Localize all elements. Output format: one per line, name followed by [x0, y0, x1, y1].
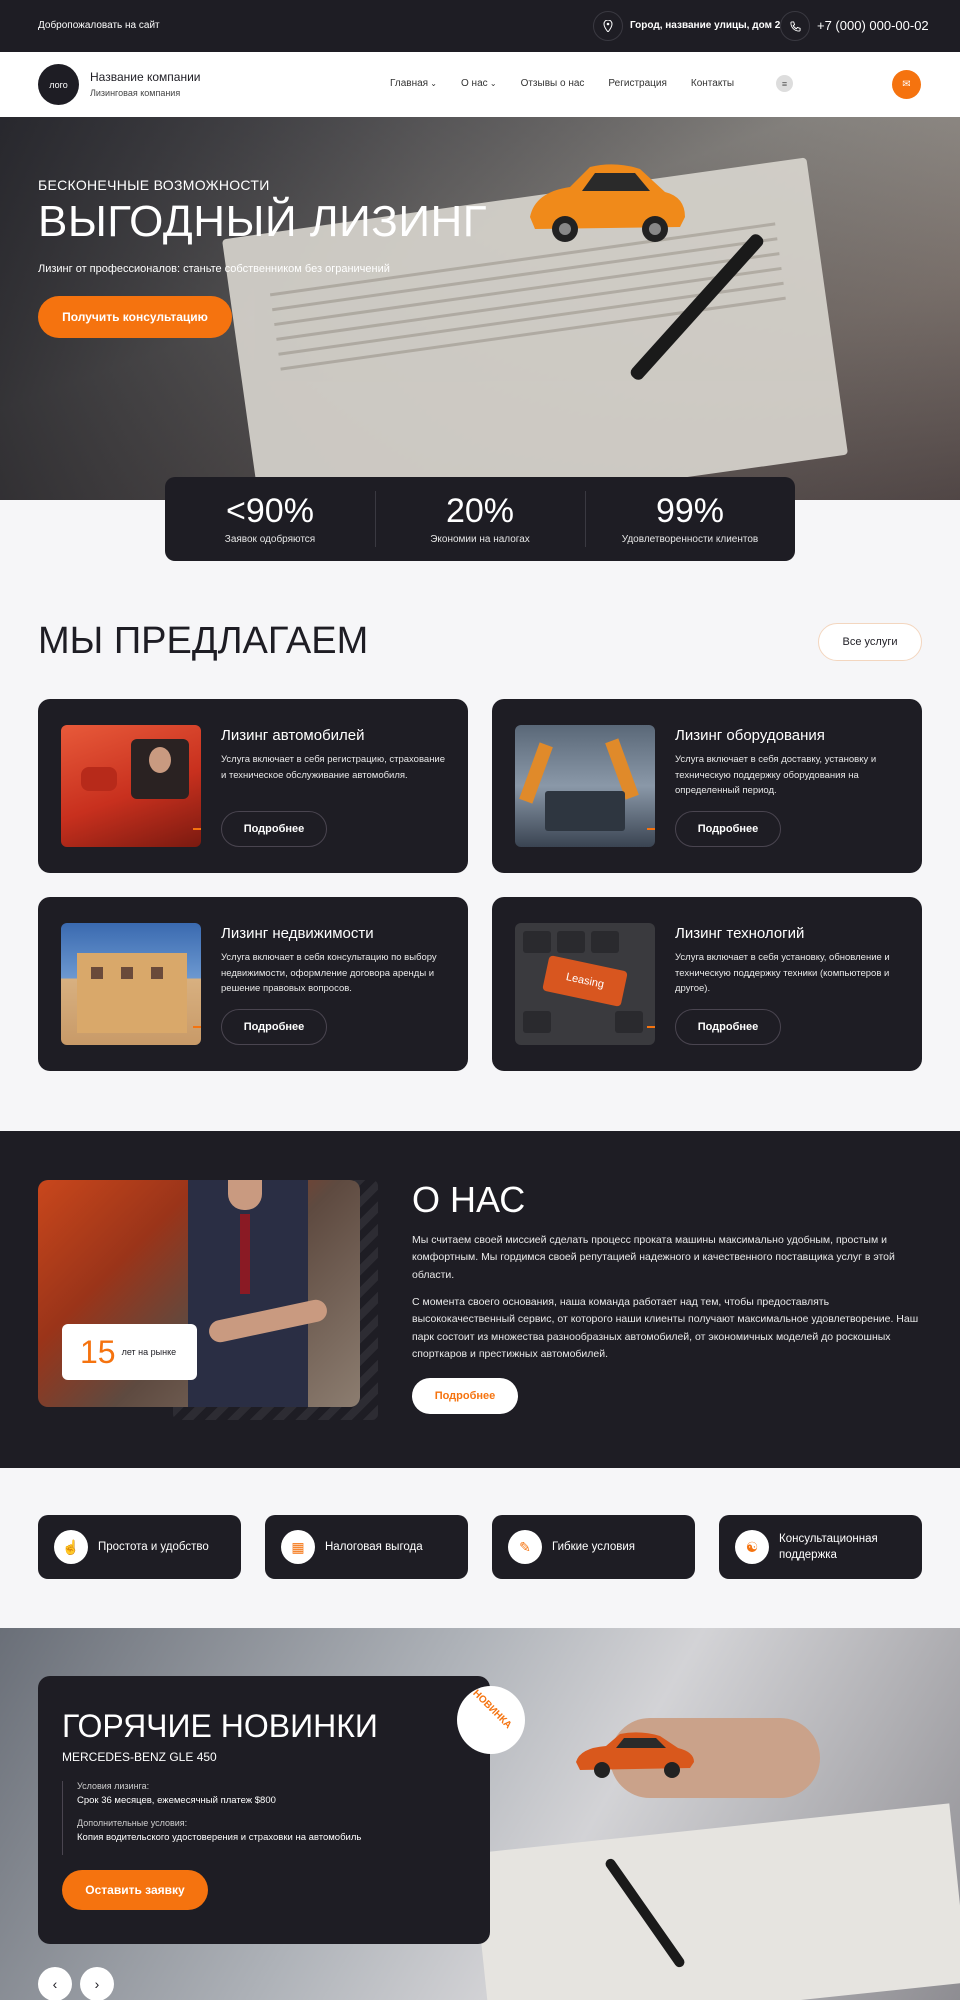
terms-value: Срок 36 месяцев, ежемесячный платеж $800 — [77, 1795, 276, 1806]
about-section: 15 лет на рынке О НАС Мы считаем своей м… — [0, 1131, 960, 1468]
about-more-button[interactable]: Подробнее — [412, 1378, 518, 1414]
nav-item-home[interactable]: Главная — [390, 78, 437, 89]
stat-label: Удовлетворенности клиентов — [621, 533, 759, 545]
card-title: Лизинг автомобилей — [221, 727, 365, 744]
nav-item-about[interactable]: О нас — [461, 78, 497, 89]
stat-value: <90% — [226, 491, 314, 530]
stat-approvals: <90% Заявок одобряются — [165, 477, 375, 561]
welcome-text: Добропожаловать на сайт — [38, 20, 160, 31]
nav-item-reviews[interactable]: Отзывы о нас — [521, 78, 585, 89]
extra-terms-label: Дополнительные условия: — [77, 1818, 188, 1828]
hero-banner: БЕСКОНЕЧНЫЕ ВОЗМОЖНОСТИ ВЫГОДНЫЙ ЛИЗИНГ … — [0, 117, 960, 500]
service-card-real-estate: Лизинг недвижимости Услуга включает в се… — [38, 897, 468, 1071]
about-title: О НАС — [412, 1179, 526, 1220]
phone-number-link[interactable]: +7 (000) 000-00-02 — [817, 18, 929, 33]
more-button[interactable]: Подробнее — [675, 1009, 781, 1045]
feature-label: Гибкие условия — [552, 1540, 636, 1553]
hero-title: ВЫГОДНЫЙ ЛИЗИНГ — [38, 197, 488, 246]
top-bar: Добропожаловать на сайт Город, название … — [0, 0, 960, 52]
get-consultation-button[interactable]: Получить консультацию — [38, 296, 232, 338]
more-button[interactable]: Подробнее — [221, 811, 327, 847]
company-subtitle: Лизинговая компания — [90, 88, 181, 98]
hot-title: ГОРЯЧИЕ НОВИНКИ — [62, 1708, 378, 1744]
stat-value: 99% — [655, 491, 725, 530]
feature-flexible-terms: ✎ Гибкие условия — [492, 1515, 695, 1579]
years-value: 15 — [80, 1333, 116, 1370]
years-on-market-badge: 15 лет на рынке — [62, 1324, 197, 1380]
factory-robots-image — [515, 725, 655, 847]
service-card-technology: Leasing Лизинг технологий Услуга включае… — [492, 897, 922, 1071]
feature-simplicity: ☝ Простота и удобство — [38, 1515, 241, 1579]
card-title: Лизинг оборудования — [675, 727, 825, 744]
nav-item-registration[interactable]: Регистрация — [608, 78, 666, 89]
company-name: Название компании — [90, 70, 201, 84]
stat-tax-savings: 20% Экономии на налогах — [375, 477, 585, 561]
calculator-icon: ▦ — [281, 1530, 315, 1564]
hot-terms: Условия лизинга: Срок 36 месяцев, ежемес… — [62, 1781, 361, 1855]
nav-menu: Главная О нас Отзывы о нас Регистрация К… — [390, 78, 734, 89]
card-text: Услуга включает в себя доставку, установ… — [675, 754, 877, 797]
all-services-button[interactable]: Все услуги — [818, 623, 922, 661]
new-badge: НОВИНКА — [457, 1686, 525, 1754]
card-text: Услуга включает в себя консультацию по в… — [221, 952, 437, 995]
hand-click-icon: ☝ — [54, 1530, 88, 1564]
hamburger-menu-icon[interactable]: ≡ — [776, 75, 793, 92]
stats-panel: <90% Заявок одобряются 20% Экономии на н… — [165, 477, 795, 561]
terms-label: Условия лизинга: — [77, 1781, 150, 1791]
feature-label: Налоговая выгода — [325, 1540, 423, 1553]
submit-request-button[interactable]: Оставить заявку — [62, 1870, 208, 1910]
more-button[interactable]: Подробнее — [675, 811, 781, 847]
new-badge-label: НОВИНКА — [470, 1687, 514, 1732]
address-text: Город, название улицы, дом 2 — [630, 20, 781, 31]
stat-label: Заявок одобряются — [224, 533, 316, 545]
hot-model: MERCEDES-BENZ GLE 450 — [62, 1750, 217, 1764]
toy-car-image — [530, 164, 685, 242]
stat-satisfaction: 99% Удовлетворенности клиентов — [585, 477, 795, 561]
handshake-icon: ☯ — [735, 1530, 769, 1564]
desk-papers-image — [471, 1803, 960, 2000]
feature-label: Простота и удобство — [98, 1540, 209, 1553]
toy-car-image — [576, 1732, 694, 1778]
card-title: Лизинг технологий — [675, 925, 805, 942]
document-icon: ✎ — [508, 1530, 542, 1564]
nav-item-contacts[interactable]: Контакты — [691, 78, 734, 89]
phone-icon[interactable] — [780, 11, 810, 41]
feature-consulting-support: ☯ Консультационная поддержка — [719, 1515, 922, 1579]
prev-arrow-icon[interactable]: ‹ — [38, 1967, 72, 2000]
about-paragraph-1: Мы считаем своей миссией сделать процесс… — [412, 1234, 895, 1281]
hero-kicker: БЕСКОНЕЧНЫЕ ВОЗМОЖНОСТИ — [38, 177, 270, 193]
leasing-key: Leasing — [542, 955, 628, 1007]
about-paragraph-2: С момента своего основания, наша команда… — [412, 1296, 919, 1360]
service-card-equipment: Лизинг оборудования Услуга включает в се… — [492, 699, 922, 873]
years-label: лет на рынке — [121, 1347, 177, 1357]
service-card-cars: Лизинг автомобилей Услуга включает в себ… — [38, 699, 468, 873]
offers-section-title: МЫ ПРЕДЛАГАЕМ — [38, 620, 369, 662]
card-text: Услуга включает в себя регистрацию, стра… — [221, 754, 446, 781]
next-arrow-icon[interactable]: › — [80, 1967, 114, 2000]
location-pin-icon — [593, 11, 623, 41]
extra-terms-value: Копия водительского удостоверения и стра… — [77, 1832, 362, 1843]
hero-subtitle: Лизинг от профессионалов: станьте собств… — [38, 263, 390, 275]
mail-icon[interactable]: ✉ — [892, 70, 921, 99]
feature-tax-benefit: ▦ Налоговая выгода — [265, 1515, 468, 1579]
stat-value: 20% — [445, 491, 515, 530]
more-button[interactable]: Подробнее — [221, 1009, 327, 1045]
building-image — [61, 923, 201, 1045]
card-title: Лизинг недвижимости — [221, 925, 374, 942]
main-navigation: лого Название компании Лизинговая компан… — [0, 52, 960, 117]
keyboard-image: Leasing — [515, 923, 655, 1045]
red-car-image — [61, 725, 201, 847]
logo[interactable]: лого — [38, 64, 79, 105]
feature-label: Консультационная поддержка — [779, 1532, 878, 1561]
stat-label: Экономии на налогах — [430, 533, 530, 545]
card-text: Услуга включает в себя установку, обновл… — [675, 952, 890, 995]
